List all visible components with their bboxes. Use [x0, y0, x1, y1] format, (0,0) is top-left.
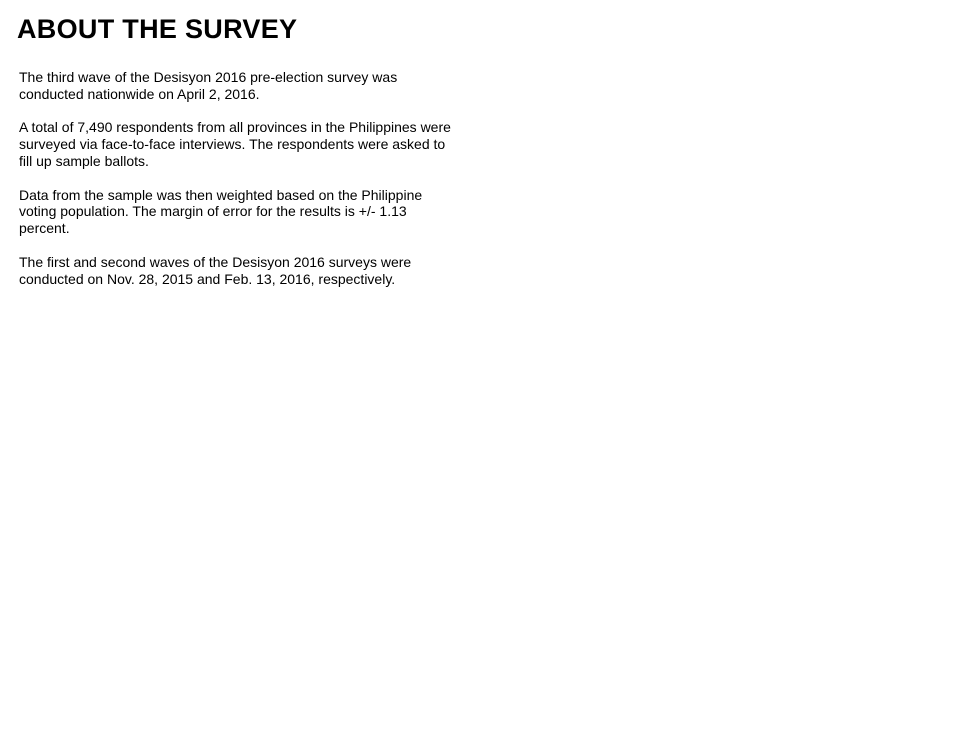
survey-description: The third wave of the Desisyon 2016 pre-… — [19, 69, 459, 304]
paragraph-previous-waves: The first and second waves of the Desisy… — [19, 253, 412, 287]
page: ABOUT THE SURVEY The third wave of the D… — [0, 0, 980, 750]
page-title: ABOUT THE SURVEY — [17, 14, 298, 44]
paragraph-weighting: Data from the sample was then weighted b… — [19, 186, 423, 237]
paragraph-respondents: A total of 7,490 respondents from all pr… — [19, 119, 451, 169]
paragraph-survey-wave: The third wave of the Desisyon 2016 pre-… — [19, 69, 398, 102]
